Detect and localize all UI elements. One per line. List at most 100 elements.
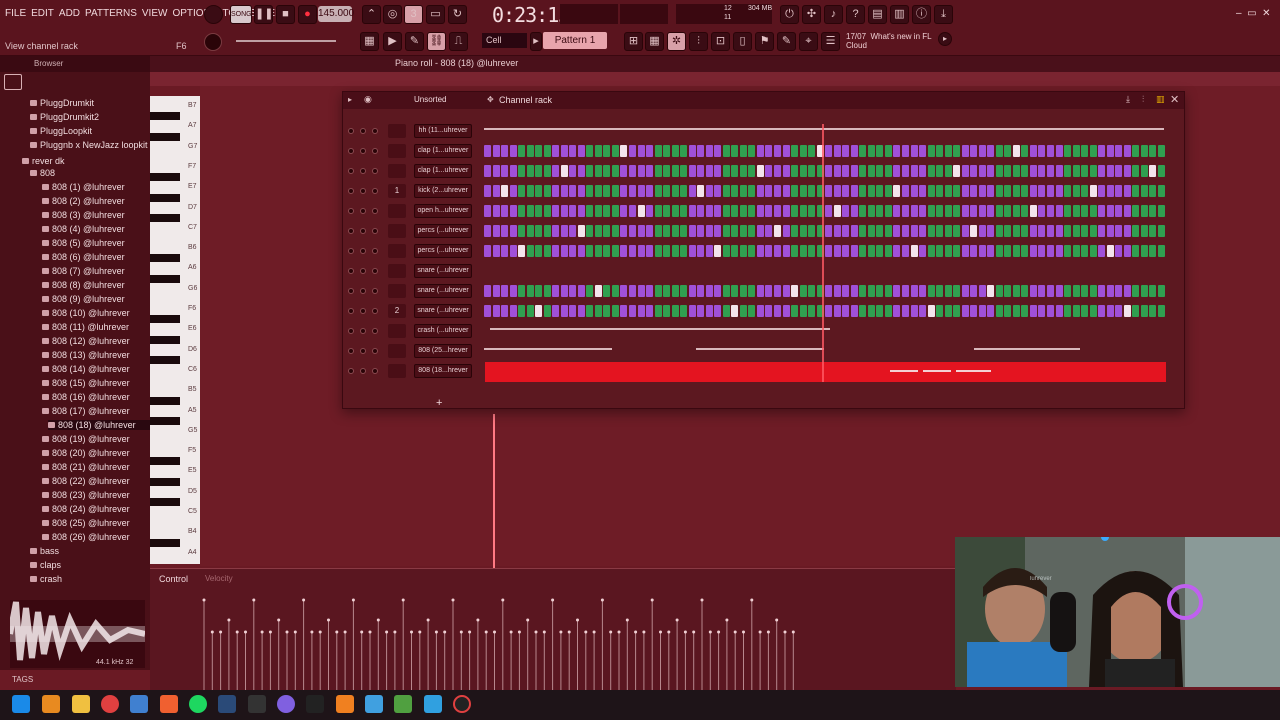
- velocity-handle[interactable]: [750, 598, 754, 602]
- step-button[interactable]: [586, 205, 594, 217]
- step-button[interactable]: [1157, 245, 1165, 257]
- velocity-handle[interactable]: [600, 598, 604, 602]
- step-button[interactable]: [654, 225, 662, 237]
- channel-led-icon[interactable]: [372, 308, 378, 314]
- step-button[interactable]: [765, 165, 773, 177]
- step-button[interactable]: [646, 245, 654, 257]
- step-button[interactable]: [594, 225, 602, 237]
- step-button[interactable]: [1046, 245, 1054, 257]
- velocity-handle[interactable]: [617, 630, 621, 634]
- step-button[interactable]: [825, 285, 833, 297]
- step-button[interactable]: [1055, 285, 1063, 297]
- step-button[interactable]: [808, 185, 816, 197]
- step-button[interactable]: [1115, 145, 1123, 157]
- step-button[interactable]: [1072, 225, 1080, 237]
- step-button[interactable]: [884, 245, 892, 257]
- step-button[interactable]: [518, 225, 526, 237]
- step-button[interactable]: [995, 285, 1003, 297]
- step-button[interactable]: [705, 225, 713, 237]
- step-button[interactable]: [1140, 225, 1148, 237]
- velocity-handle[interactable]: [576, 618, 579, 622]
- velocity-handle[interactable]: [335, 630, 339, 634]
- step-button[interactable]: [876, 165, 884, 177]
- step-button[interactable]: [1038, 305, 1046, 317]
- browser-item[interactable]: 808 (16) @luhrever: [42, 392, 130, 402]
- channel-led-icon[interactable]: [372, 228, 378, 234]
- step-button[interactable]: [1140, 305, 1148, 317]
- browser-item[interactable]: 808 (19) @luhrever: [42, 434, 130, 444]
- pause-button[interactable]: ❚❚: [254, 5, 273, 24]
- browser-item[interactable]: 808 (23) @luhrever: [42, 490, 130, 500]
- step-button[interactable]: [688, 245, 696, 257]
- step-button[interactable]: [654, 165, 662, 177]
- channel-led-icon[interactable]: [372, 168, 378, 174]
- velocity-handle[interactable]: [451, 598, 455, 602]
- record-button[interactable]: ●: [298, 5, 317, 24]
- step-button[interactable]: [987, 285, 995, 297]
- step-button[interactable]: [1012, 285, 1020, 297]
- step-button[interactable]: [867, 165, 875, 177]
- velocity-handle[interactable]: [410, 630, 413, 634]
- step-button[interactable]: [808, 225, 816, 237]
- velocity-handle[interactable]: [343, 630, 347, 634]
- velocity-handle[interactable]: [517, 630, 521, 634]
- record-tool-icon[interactable]: ⌖: [799, 32, 818, 51]
- step-button[interactable]: [961, 225, 969, 237]
- velocity-handle[interactable]: [766, 630, 770, 634]
- step-button[interactable]: [987, 185, 995, 197]
- rack-arrow-icon[interactable]: ⤓: [1126, 94, 1130, 105]
- step-button[interactable]: [663, 145, 671, 157]
- step-button[interactable]: [705, 185, 713, 197]
- channel-name-button[interactable]: snare (...uhrever: [414, 304, 472, 318]
- step-button[interactable]: [629, 245, 636, 257]
- step-button[interactable]: [629, 185, 636, 197]
- step-button[interactable]: [518, 185, 526, 197]
- step-button[interactable]: [1098, 185, 1106, 197]
- step-button[interactable]: [560, 185, 568, 197]
- step-button[interactable]: [799, 205, 807, 217]
- step-button[interactable]: [1046, 185, 1054, 197]
- browser-item[interactable]: 808 (12) @luhrever: [42, 336, 130, 346]
- step-button[interactable]: [799, 245, 807, 257]
- browser-item[interactable]: 808 (10) @luhrever: [42, 308, 130, 318]
- step-button[interactable]: [961, 185, 969, 197]
- step-button[interactable]: [884, 145, 892, 157]
- step-button[interactable]: [1149, 145, 1157, 157]
- velocity-handle[interactable]: [468, 630, 472, 634]
- step-button[interactable]: [1081, 145, 1089, 157]
- step-button[interactable]: [586, 305, 594, 317]
- tool-icon[interactable]: ✎: [777, 32, 796, 51]
- black-key[interactable]: [150, 538, 180, 547]
- step-button[interactable]: [995, 205, 1003, 217]
- step-button[interactable]: [637, 305, 645, 317]
- step-button[interactable]: [970, 245, 978, 257]
- channel-led-icon[interactable]: [360, 168, 366, 174]
- step-button[interactable]: [586, 185, 594, 197]
- step-button[interactable]: [961, 205, 969, 217]
- velocity-handle[interactable]: [509, 630, 513, 634]
- snap-selector[interactable]: Cell: [482, 33, 527, 48]
- step-button[interactable]: [569, 305, 577, 317]
- step-button[interactable]: [518, 285, 526, 297]
- step-button[interactable]: [944, 205, 952, 217]
- velocity-handle[interactable]: [318, 630, 322, 634]
- step-button[interactable]: [850, 225, 858, 237]
- step-button[interactable]: [620, 145, 628, 157]
- velocity-handle[interactable]: [609, 630, 613, 634]
- step-button[interactable]: [833, 285, 841, 297]
- step-button[interactable]: [569, 145, 577, 157]
- step-button[interactable]: [944, 285, 952, 297]
- step-button[interactable]: [663, 205, 671, 217]
- step-button[interactable]: [697, 185, 705, 197]
- step-button[interactable]: [739, 225, 747, 237]
- step-button[interactable]: [1157, 145, 1165, 157]
- black-key[interactable]: [150, 132, 180, 141]
- step-button[interactable]: [799, 285, 807, 297]
- step-button[interactable]: [1115, 165, 1123, 177]
- step-button[interactable]: [927, 165, 935, 177]
- step-button[interactable]: [1029, 225, 1037, 237]
- step-button[interactable]: [825, 305, 833, 317]
- step-button[interactable]: [637, 185, 645, 197]
- stamp-icon[interactable]: ⎍: [449, 32, 468, 51]
- step-button[interactable]: [799, 305, 807, 317]
